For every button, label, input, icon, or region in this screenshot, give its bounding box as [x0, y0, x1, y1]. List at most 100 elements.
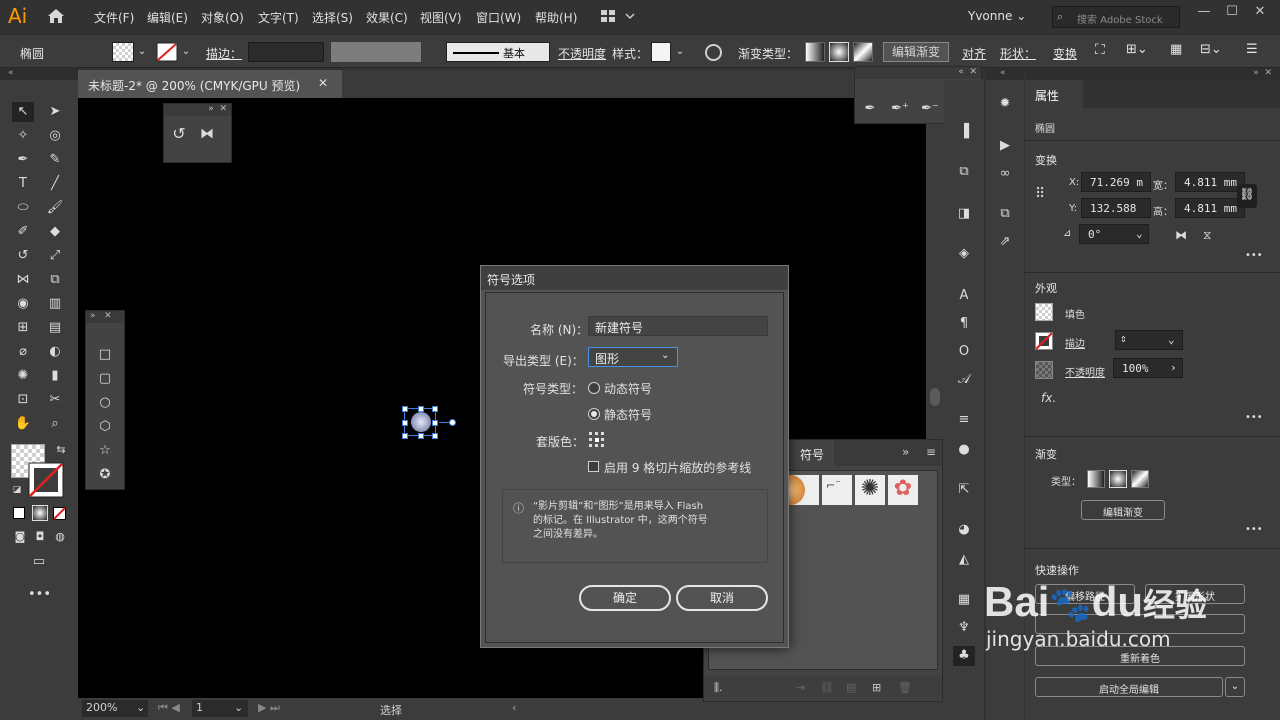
width-tool-icon[interactable]: ⋈ — [12, 270, 34, 290]
rounded-rectangle-tool-icon[interactable]: ▢ — [94, 369, 116, 389]
recolor-icon[interactable] — [705, 44, 722, 61]
selection-handle[interactable] — [432, 406, 438, 412]
opacity-label[interactable]: 不透明度 — [558, 45, 606, 62]
line-tool-icon[interactable]: ╱ — [44, 174, 66, 194]
links-panel-icon[interactable]: ∞ — [994, 164, 1016, 184]
color-guide-icon[interactable]: ◕ — [953, 520, 975, 540]
screen-mode-icon[interactable]: ▭ — [28, 552, 50, 572]
stroke-color-swatch[interactable] — [28, 462, 64, 498]
expand-panel-icon[interactable]: » — [902, 445, 909, 459]
symbol-swatch[interactable] — [789, 475, 819, 505]
artboards-panel-icon[interactable]: ▐ — [953, 122, 975, 142]
more-options-icon[interactable]: ••• — [1245, 250, 1263, 261]
symbols-panel-icon[interactable]: ♣ — [953, 646, 975, 666]
opacity-label[interactable]: 不透明度 — [1065, 364, 1105, 379]
name-input[interactable]: 新建符号 — [588, 316, 768, 336]
selection-handle[interactable] — [432, 420, 438, 426]
checkbox-box[interactable] — [588, 461, 599, 472]
last-artboard-icon[interactable]: ▶ ⏭ — [258, 701, 280, 715]
swatches-panel-icon[interactable]: ▦ — [953, 590, 975, 610]
stroke-weight-input[interactable]: ⇕ ⌄ — [1115, 330, 1183, 350]
scale-tool-icon[interactable]: ⤢ — [44, 246, 66, 266]
paintbrush-tool-icon[interactable]: 🖌 — [44, 198, 66, 218]
selection-handle[interactable] — [402, 433, 408, 439]
shaper-tool-icon[interactable]: ✐ — [12, 222, 34, 242]
fill-swatch[interactable] — [112, 42, 134, 62]
home-icon[interactable] — [46, 7, 66, 25]
more-options-icon[interactable]: ••• — [1245, 412, 1263, 423]
angle-input[interactable]: 0° ⌄ — [1079, 224, 1149, 244]
stock-search-input[interactable]: ⌕ 搜索 Adobe Stock — [1052, 6, 1180, 28]
rectangle-tool-icon[interactable]: □ — [94, 345, 116, 365]
symbol-swatch[interactable]: ✿ — [888, 475, 918, 505]
reference-point-icon[interactable]: ⠿ — [1035, 186, 1045, 202]
selection-handle[interactable] — [418, 433, 424, 439]
rotate-tool-icon[interactable]: ↺ — [168, 124, 190, 144]
menu-object[interactable]: 对象(O) — [201, 9, 244, 26]
brushes-panel-icon[interactable]: ♆ — [953, 618, 975, 638]
align-options-icon[interactable]: ⊞⌄ — [1126, 42, 1148, 57]
document-tab[interactable]: 未标题-2* @ 200% (CMYK/GPU 预览) ✕ — [78, 70, 342, 98]
libraries-panel-icon[interactable]: ⧉ — [994, 204, 1016, 224]
free-transform-tool-icon[interactable]: ⧉ — [44, 270, 66, 290]
style-dropdown-icon[interactable]: ⌄ — [672, 42, 688, 62]
zoom-select[interactable]: 200% ⌄ — [82, 700, 148, 717]
zoom-tool-icon[interactable]: ⌕ — [44, 414, 66, 434]
direct-selection-tool-icon[interactable]: ➤ — [44, 102, 66, 122]
hand-tool-icon[interactable]: ✋ — [12, 414, 34, 434]
appearance-panel-icon[interactable]: ● — [953, 440, 975, 460]
ellipse-tool-icon[interactable]: ⬭ — [12, 198, 34, 218]
live-shape-widget[interactable] — [449, 419, 456, 426]
menu-file[interactable]: 文件(F) — [94, 9, 134, 26]
edit-gradient-button[interactable]: 编辑渐变 — [1081, 500, 1165, 520]
distribute-icon[interactable]: ⊟⌄ — [1200, 42, 1222, 57]
selection-handle[interactable] — [402, 406, 408, 412]
stroke-label[interactable]: 描边 — [1065, 335, 1085, 350]
symbol-libraries-icon[interactable]: ⫼. — [714, 681, 723, 695]
color-mode-icon[interactable] — [13, 507, 25, 519]
selection-handle[interactable] — [418, 406, 424, 412]
stroke-swatch[interactable] — [156, 42, 178, 62]
tab-properties[interactable]: 属性 — [1025, 80, 1083, 108]
flare-tool-icon[interactable]: ✪ — [94, 465, 116, 485]
ok-button[interactable]: 确定 — [579, 585, 671, 611]
x-input[interactable]: 71.269 m — [1081, 172, 1151, 192]
character-panel-icon[interactable]: A — [953, 286, 975, 306]
isolate-icon[interactable]: ⛶ — [1095, 42, 1105, 58]
fill-swatch[interactable] — [1035, 303, 1053, 321]
perspective-grid-tool-icon[interactable]: ▥ — [44, 294, 66, 314]
radial-gradient-icon[interactable] — [1109, 470, 1127, 488]
y-input[interactable]: 132.588 — [1081, 198, 1151, 218]
gradient-mode-icon[interactable] — [32, 505, 48, 521]
opentype-panel-icon[interactable]: O — [953, 342, 975, 362]
linear-gradient-icon[interactable] — [1087, 470, 1105, 488]
asset-export-icon[interactable]: ⇱ — [953, 480, 975, 500]
linear-gradient-icon[interactable] — [805, 42, 825, 62]
add-anchor-point-icon[interactable]: ✒⁺ — [889, 99, 911, 119]
paragraph-panel-icon[interactable]: ¶ — [953, 314, 975, 334]
stroke-swatch[interactable] — [1035, 332, 1053, 350]
fill-dropdown-icon[interactable]: ⌄ — [134, 42, 150, 62]
height-input[interactable]: 4.811 mm — [1175, 198, 1245, 218]
brush-definition[interactable]: 基本 — [446, 42, 550, 62]
width-input[interactable]: 4.811 mm — [1175, 172, 1245, 192]
cancel-button[interactable]: 取消 — [676, 585, 768, 611]
more-options-icon[interactable]: ••• — [1245, 524, 1263, 535]
reflect-tool-icon[interactable]: ⧓ — [196, 124, 218, 144]
flip-horizontal-icon[interactable]: ⧓ — [1175, 228, 1187, 242]
stroke-dropdown-icon[interactable]: ⌄ — [178, 42, 194, 62]
freeform-gradient-icon[interactable] — [853, 42, 873, 62]
transparency-panel-icon[interactable]: ◨ — [953, 204, 975, 224]
swap-fill-stroke-icon[interactable]: ⇆ — [50, 440, 72, 460]
minimize-button[interactable]: — — [1194, 4, 1214, 24]
draw-normal-icon[interactable]: ◙ — [9, 527, 31, 547]
menu-select[interactable]: 选择(S) — [312, 9, 353, 26]
edit-toolbar-icon[interactable]: ••• — [28, 585, 51, 605]
default-colors-icon[interactable]: ◪ — [6, 480, 28, 500]
flip-vertical-icon[interactable]: ⧖ — [1203, 228, 1211, 243]
freeform-gradient-icon[interactable] — [1131, 470, 1149, 488]
artboard-number-select[interactable]: 1 ⌄ — [192, 700, 248, 717]
draw-behind-icon[interactable]: ◘ — [29, 527, 51, 547]
selection-bounding-box[interactable] — [402, 406, 456, 439]
new-symbol-icon[interactable]: ⊞ — [872, 681, 881, 694]
